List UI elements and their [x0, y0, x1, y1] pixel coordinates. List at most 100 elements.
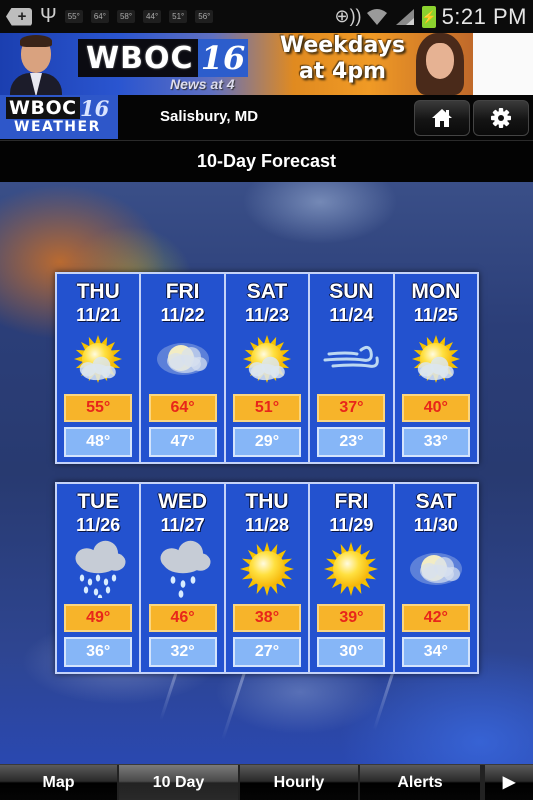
status-bar: + Ψ 55° 64° 58° 44° 51° 56° ⊕)) ⚡ 5:21 P… — [0, 0, 533, 33]
ad-banner-margin — [473, 33, 533, 95]
partly-sunny-icon — [404, 330, 468, 388]
home-icon — [432, 109, 452, 127]
tab-10-day[interactable]: 10 Day — [119, 765, 240, 800]
notification-temp: 55° — [64, 10, 83, 23]
bottom-tab-bar: Map 10 Day Hourly Alerts ▶ — [0, 764, 533, 800]
low-temp: 29° — [233, 427, 302, 457]
high-temp: 46° — [148, 604, 217, 632]
day-date: 11/23 — [244, 305, 290, 325]
notification-temp: 56° — [195, 10, 214, 23]
forecast-day[interactable]: SAT 11/30 42° 34° — [394, 484, 478, 672]
gear-icon — [491, 108, 511, 128]
low-temp: 27° — [233, 637, 302, 667]
low-temp: 47° — [148, 427, 217, 457]
notification-temp: 51° — [169, 10, 188, 23]
high-temp: 39° — [317, 604, 386, 632]
tab-alerts[interactable]: Alerts — [360, 765, 482, 800]
sunny-icon — [319, 540, 383, 598]
ad-promo: Weekdays at 4pm — [275, 33, 410, 85]
notification-temp: 64° — [90, 10, 109, 23]
high-temp: 55° — [64, 394, 133, 422]
forecast-day[interactable]: FRI 11/29 39° 30° — [310, 484, 395, 672]
forecast-day[interactable]: FRI 11/22 64° 47° — [141, 274, 226, 462]
home-button[interactable] — [414, 100, 470, 136]
forecast-row: TUE 11/26 49° 36° WED 11/27 46° 32° THU … — [55, 482, 479, 674]
low-temp: 34° — [401, 637, 470, 667]
high-temp: 37° — [317, 394, 386, 422]
app-logo-subtitle: WEATHER — [14, 119, 101, 135]
day-date: 11/30 — [413, 515, 458, 535]
ad-station-name: WBOC — [86, 40, 194, 76]
ad-tagline: News at 4 — [170, 76, 235, 92]
tab-map[interactable]: Map — [0, 765, 119, 800]
app-logo-channel: 16 — [80, 96, 110, 121]
cloudy-icon — [404, 540, 468, 598]
sunny-icon — [235, 540, 299, 598]
day-name: WED — [158, 490, 208, 513]
male-anchor-photo — [10, 35, 62, 95]
day-date: 11/24 — [329, 305, 374, 325]
clock: 5:21 PM — [441, 3, 527, 29]
settings-button[interactable] — [473, 100, 529, 136]
high-temp: 38° — [233, 604, 302, 632]
notification-plus-icon: + — [6, 7, 32, 26]
showers-icon — [151, 540, 215, 598]
day-date: 11/25 — [413, 305, 458, 325]
windy-icon — [319, 330, 383, 388]
high-temp: 49° — [64, 604, 133, 632]
high-temp: 40° — [401, 394, 470, 422]
forecast-day[interactable]: SUN 11/24 37° 23° — [310, 274, 395, 462]
day-date: 11/27 — [160, 515, 205, 535]
low-temp: 36° — [64, 637, 133, 667]
ad-promo-line2: at 4pm — [298, 59, 386, 84]
usb-icon: Ψ — [40, 5, 57, 27]
battery-charging-icon: ⚡ — [421, 5, 437, 28]
forecast-day[interactable]: THU 11/21 55° 48° — [57, 274, 142, 462]
location-icon: ⊕)) — [334, 6, 362, 26]
forecast-row: THU 11/21 55° 48° FRI 11/22 64° 47° SAT … — [55, 272, 479, 464]
day-name: SUN — [329, 280, 374, 303]
high-temp: 51° — [233, 394, 302, 422]
high-temp: 64° — [148, 394, 217, 422]
app-logo: WBOC 16 WEATHER — [0, 95, 118, 139]
day-name: SAT — [246, 280, 288, 303]
day-name: THU — [245, 490, 289, 513]
tab-more-arrow[interactable]: ▶ — [482, 765, 533, 800]
forecast-day[interactable]: MON 11/25 40° 33° — [394, 274, 478, 462]
forecast-day[interactable]: THU 11/28 38° 27° — [225, 484, 311, 672]
rain-icon — [66, 540, 130, 602]
ad-banner[interactable]: WBOC 16 News at 4 Weekdays at 4pm — [0, 33, 473, 95]
notification-temp: 44° — [143, 10, 162, 23]
notification-temp: 58° — [116, 10, 136, 23]
app-header: WBOC 16 WEATHER Salisbury, MD — [0, 95, 533, 141]
ad-promo-line1: Weekdays — [279, 33, 406, 58]
cloudy-icon — [151, 330, 215, 388]
ad-station-logo: WBOC 16 — [78, 39, 248, 77]
day-name: THU — [76, 280, 120, 303]
day-name: FRI — [165, 280, 200, 303]
forecast-day[interactable]: WED 11/27 46° 32° — [141, 484, 226, 672]
partly-sunny-icon — [66, 330, 130, 388]
signal-icon — [395, 8, 414, 25]
day-date: 11/28 — [244, 515, 290, 535]
day-name: TUE — [77, 490, 120, 513]
day-name: SAT — [415, 490, 457, 513]
day-date: 11/29 — [329, 515, 374, 535]
low-temp: 30° — [317, 637, 386, 667]
low-temp: 23° — [317, 427, 386, 457]
high-temp: 42° — [401, 604, 470, 632]
weather-background — [0, 182, 533, 764]
low-temp: 32° — [148, 637, 217, 667]
tab-hourly[interactable]: Hourly — [240, 765, 360, 800]
wifi-icon — [366, 8, 387, 25]
day-date: 11/21 — [76, 305, 121, 325]
day-name: FRI — [334, 490, 369, 513]
female-anchor-photo — [410, 33, 470, 95]
day-date: 11/26 — [76, 515, 121, 535]
location-label[interactable]: Salisbury, MD — [160, 95, 258, 139]
forecast-day[interactable]: SAT 11/23 51° 29° — [225, 274, 311, 462]
day-date: 11/22 — [160, 305, 205, 325]
forecast-day[interactable]: TUE 11/26 49° 36° — [57, 484, 142, 672]
app-logo-station: WBOC — [6, 97, 80, 119]
ad-channel-number: 16 — [198, 39, 248, 77]
